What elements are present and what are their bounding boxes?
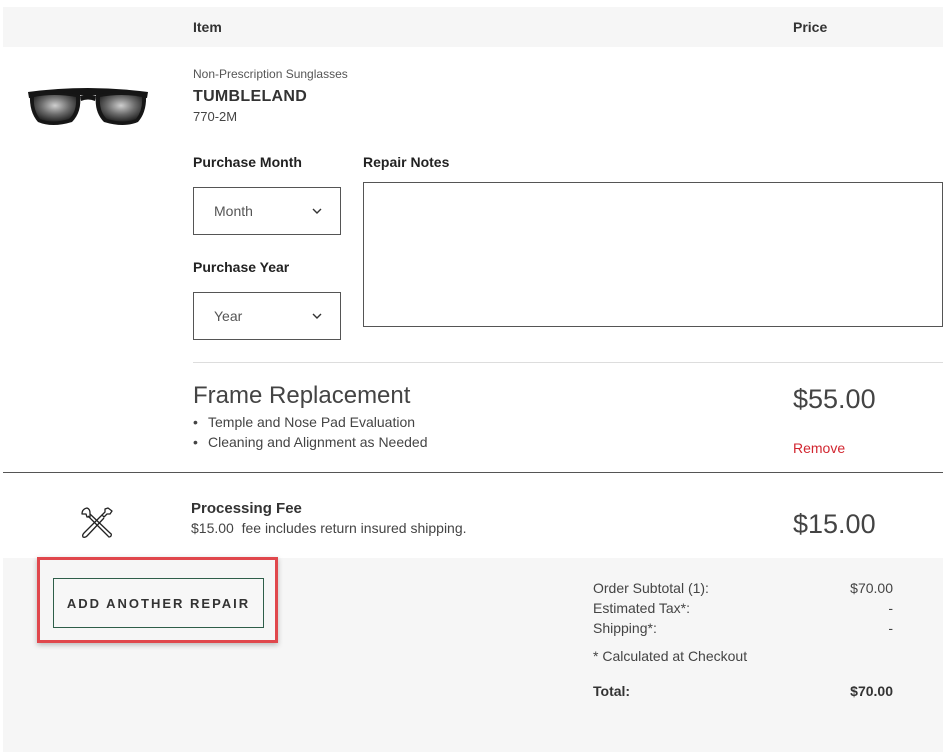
item-column-header: Item bbox=[193, 19, 222, 35]
tax-label: Estimated Tax*: bbox=[593, 600, 691, 616]
repair-notes-textarea[interactable] bbox=[363, 182, 943, 327]
divider bbox=[3, 472, 943, 473]
remove-link[interactable]: Remove bbox=[793, 440, 845, 456]
service-price: $55.00 bbox=[793, 384, 876, 414]
purchase-year-value: Year bbox=[214, 308, 243, 324]
purchase-year-select[interactable]: Year bbox=[193, 292, 341, 340]
shipping-value: - bbox=[888, 620, 893, 636]
service-feature-item: Cleaning and Alignment as Needed bbox=[193, 432, 428, 452]
repair-notes-label: Repair Notes bbox=[363, 154, 450, 170]
checkout-note: * Calculated at Checkout bbox=[593, 648, 748, 664]
add-another-repair-button[interactable]: ADD ANOTHER REPAIR bbox=[53, 578, 264, 628]
purchase-month-label: Purchase Month bbox=[193, 154, 302, 170]
product-name: TUMBLELAND bbox=[193, 88, 308, 105]
total-label: Total: bbox=[593, 683, 631, 699]
total-value: $70.00 bbox=[850, 683, 893, 699]
product-sku: 770-2M bbox=[193, 109, 238, 124]
subtotal-value: $70.00 bbox=[850, 580, 893, 596]
processing-fee-title: Processing Fee bbox=[191, 500, 302, 517]
chevron-down-icon bbox=[312, 208, 322, 214]
service-features: Temple and Nose Pad Evaluation Cleaning … bbox=[193, 412, 428, 452]
shipping-label: Shipping*: bbox=[593, 620, 657, 636]
price-column-header: Price bbox=[793, 19, 828, 35]
product-category: Non-Prescription Sunglasses bbox=[193, 67, 348, 81]
processing-fee-price: $15.00 bbox=[793, 509, 876, 539]
tools-icon bbox=[81, 507, 113, 538]
purchase-year-label: Purchase Year bbox=[193, 259, 290, 275]
chevron-down-icon bbox=[312, 313, 322, 319]
tax-value: - bbox=[888, 600, 893, 616]
service-title: Frame Replacement bbox=[193, 382, 411, 409]
processing-fee-description: $15.00 fee includes return insured shipp… bbox=[191, 520, 467, 536]
purchase-month-value: Month bbox=[214, 203, 253, 219]
purchase-month-select[interactable]: Month bbox=[193, 187, 341, 235]
divider bbox=[193, 362, 943, 363]
sunglasses-image bbox=[28, 88, 148, 125]
service-feature-item: Temple and Nose Pad Evaluation bbox=[193, 412, 428, 432]
subtotal-label: Order Subtotal (1): bbox=[593, 580, 709, 596]
